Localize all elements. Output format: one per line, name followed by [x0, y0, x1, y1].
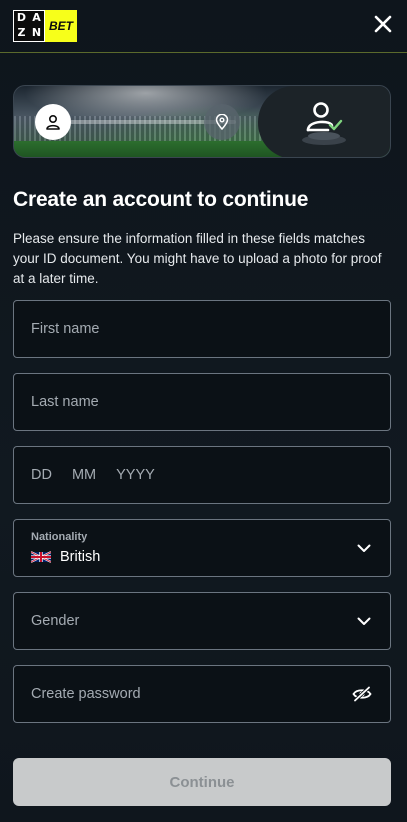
nationality-value-row: British: [31, 549, 100, 565]
close-icon: [374, 15, 392, 33]
password-field[interactable]: Create password: [13, 665, 391, 723]
page-title: Create an account to continue: [13, 188, 309, 211]
eye-slash-icon[interactable]: [352, 686, 372, 702]
bet-logo: BET: [45, 10, 77, 42]
dazn-bet-logo: D A Z N BET: [13, 10, 77, 42]
last-name-placeholder: Last name: [31, 394, 99, 410]
dazn-logo: D A Z N: [13, 10, 45, 42]
gender-select[interactable]: Gender: [13, 592, 391, 650]
uk-flag-icon: [31, 551, 51, 563]
header: D A Z N BET: [0, 0, 407, 53]
nationality-label: Nationality: [31, 531, 88, 543]
close-button[interactable]: [371, 12, 395, 36]
logo-letter: D: [16, 11, 27, 24]
first-name-field[interactable]: First name: [13, 300, 391, 358]
continue-button[interactable]: Continue: [13, 758, 391, 806]
last-name-field[interactable]: Last name: [13, 373, 391, 431]
dob-month-input[interactable]: MM: [72, 467, 96, 483]
date-of-birth-field[interactable]: DD MM YYYY: [13, 446, 391, 504]
password-placeholder: Create password: [31, 686, 141, 702]
dob-year-input[interactable]: YYYY: [116, 467, 155, 483]
nationality-select[interactable]: Nationality British: [13, 519, 391, 577]
gender-placeholder: Gender: [31, 613, 80, 629]
dob-day-input[interactable]: DD: [31, 467, 52, 483]
page-subtitle: Please ensure the information filled in …: [13, 231, 382, 286]
step-personal-details: [35, 104, 71, 140]
logo-letter: A: [32, 11, 41, 24]
registration-progress-banner: [13, 85, 391, 158]
first-name-placeholder: First name: [31, 321, 100, 337]
user-check-icon: [302, 101, 346, 145]
location-pin-icon: [215, 114, 229, 130]
user-icon: [46, 114, 60, 130]
logo-letter: N: [31, 26, 42, 39]
logo-letter: Z: [17, 26, 26, 39]
chevron-down-icon: [356, 613, 372, 629]
nationality-value: British: [60, 549, 101, 565]
chevron-down-icon: [356, 540, 372, 556]
step-verification: [258, 86, 390, 157]
step-location: [204, 104, 240, 140]
